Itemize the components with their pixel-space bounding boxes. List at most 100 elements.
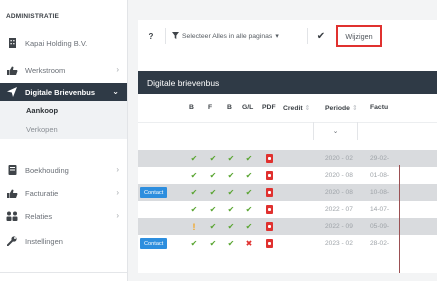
- factuur-date-cell: 28-02-: [370, 240, 390, 247]
- caret-down-icon: ▾: [275, 33, 279, 40]
- status-gl-icon: ✖: [245, 239, 253, 248]
- column-filter-row: [138, 122, 437, 140]
- main-panel: ? Selecteer Alles in alle paginas ▾ ✔ Wi…: [138, 20, 437, 281]
- status-f-icon: ✔: [209, 154, 217, 163]
- pdf-cell[interactable]: [262, 201, 276, 218]
- status-b-icon: ✔: [190, 171, 198, 180]
- sidebar-item-werkstroom[interactable]: Werkstroom ›: [0, 61, 127, 79]
- sidebar-item-company[interactable]: Kapai Holding B.V.: [0, 34, 127, 52]
- pdf-cell[interactable]: [262, 184, 276, 201]
- toolbar: ? Selecteer Alles in alle paginas ▾ ✔ Wi…: [138, 20, 437, 60]
- chevron-down-icon: ⌄: [112, 87, 119, 96]
- table-row[interactable]: Contact ✔ ✔ ✔ ✖ 2023 - 02 28-02-: [138, 235, 437, 252]
- col-header-f[interactable]: F: [208, 104, 212, 118]
- sidebar-subitem-aankoop[interactable]: Aankoop: [0, 101, 127, 119]
- col-header-credit[interactable]: Credit ⇕: [283, 104, 314, 118]
- pdf-icon: [265, 154, 273, 163]
- status-b2-icon: ✔: [227, 222, 235, 231]
- column-divider: [399, 165, 400, 273]
- sidebar-item-label: Facturatie: [25, 188, 59, 198]
- status-gl-icon: ✔: [245, 188, 253, 197]
- col-header-b2[interactable]: B: [227, 104, 232, 118]
- pdf-cell[interactable]: [262, 150, 276, 167]
- col-header-label: Factu: [370, 104, 389, 111]
- status-gl-icon: ✔: [245, 154, 253, 163]
- contact-button[interactable]: Contact: [140, 238, 168, 249]
- periode-cell: 2020 - 08: [325, 172, 353, 179]
- status-gl-icon: ✔: [245, 171, 253, 180]
- pdf-cell[interactable]: [262, 167, 276, 184]
- table-row[interactable]: ✔ ✔ ✔ ✔ 2020 - 02 29-02-: [138, 150, 437, 167]
- col-header-label: Periode: [325, 105, 350, 112]
- sidebar-subitem-verkopen[interactable]: Verkopen: [0, 119, 127, 139]
- status-gl-icon: ✔: [245, 222, 253, 231]
- pdf-icon: [265, 171, 273, 180]
- status-b-icon: !: [192, 221, 196, 232]
- periode-cell: 2020 - 08: [325, 189, 353, 196]
- send-icon: [6, 87, 18, 97]
- table-row[interactable]: Contact ✔ ✔ ✔ ✔ 2020 - 08 10-08-: [138, 184, 437, 201]
- help-button[interactable]: ?: [143, 26, 159, 46]
- sidebar-item-digitale-brievenbus[interactable]: Digitale Brievenbus ⌄: [0, 83, 127, 101]
- sidebar-item-label: Kapai Holding B.V.: [25, 38, 88, 48]
- wijzigen-button[interactable]: Wijzigen: [336, 25, 382, 47]
- status-f-icon: ✔: [209, 205, 217, 214]
- status-b-icon: ✔: [190, 239, 198, 248]
- status-gl-icon: ✔: [245, 205, 253, 214]
- status-f-icon: ✔: [209, 171, 217, 180]
- pdf-cell[interactable]: [262, 235, 276, 252]
- sidebar-item-instellingen[interactable]: Instellingen: [0, 232, 127, 250]
- panel-footer-gap: [138, 273, 437, 281]
- status-b2-icon: ✔: [227, 171, 235, 180]
- thumbs-up-icon: [6, 66, 18, 75]
- col-header-factuur[interactable]: Factu: [370, 104, 388, 118]
- contact-button[interactable]: Contact: [140, 187, 168, 198]
- factuur-date-cell: 29-02-: [370, 155, 390, 162]
- status-b2-icon: ✔: [227, 154, 235, 163]
- table-row[interactable]: ✔ ✔ ✔ ✔ 2020 - 08 01-08-: [138, 167, 437, 184]
- approve-button[interactable]: ✔: [314, 26, 328, 46]
- pdf-cell[interactable]: [262, 218, 276, 235]
- table-row[interactable]: ! ✔ ✔ ✔ 2022 - 09 05-09-: [138, 218, 437, 235]
- status-b2-icon: ✔: [227, 239, 235, 248]
- col-header-periode[interactable]: Periode ⇕: [325, 104, 362, 118]
- thumbs-up-icon: [6, 189, 18, 198]
- factuur-date-cell: 14-07-: [370, 206, 390, 213]
- sidebar-subitem-label: Aankoop: [26, 105, 59, 115]
- periode-filter-select[interactable]: ⌄: [313, 122, 358, 140]
- status-f-icon: ✔: [209, 222, 217, 231]
- sidebar-item-label: Boekhouding: [25, 165, 69, 175]
- sidebar-divider: [0, 272, 127, 273]
- col-header-label: Credit: [283, 105, 303, 112]
- status-b-icon: ✔: [190, 188, 198, 197]
- sidebar-item-label: Werkstroom: [25, 65, 66, 75]
- col-header-gl[interactable]: G/L: [242, 104, 253, 118]
- sidebar-item-relaties[interactable]: Relaties ›: [0, 207, 127, 225]
- select-all-pages-label: Selecteer Alles in alle paginas: [182, 32, 273, 40]
- toolbar-divider: [165, 28, 166, 44]
- chevron-right-icon: ›: [116, 165, 119, 174]
- select-all-pages-dropdown[interactable]: Selecteer Alles in alle paginas ▾: [172, 26, 298, 46]
- periode-cell: 2023 - 02: [325, 240, 353, 247]
- col-header-b[interactable]: B: [189, 104, 194, 118]
- sidebar-item-facturatie[interactable]: Facturatie ›: [0, 184, 127, 202]
- sidebar-subitem-label: Verkopen: [26, 124, 58, 134]
- chevron-right-icon: ›: [116, 65, 119, 74]
- periode-cell: 2022 - 07: [325, 206, 353, 213]
- table-row[interactable]: ✔ ✔ ✔ ✔ 2022 - 07 14-07-: [138, 201, 437, 218]
- chevron-right-icon: ›: [116, 211, 119, 220]
- sidebar-item-label: Instellingen: [25, 236, 63, 246]
- section-title: Digitale brievenbus: [147, 77, 220, 88]
- status-b2-icon: ✔: [227, 205, 235, 214]
- status-b-icon: ✔: [190, 205, 198, 214]
- chevron-right-icon: ›: [116, 188, 119, 197]
- building-icon: [6, 38, 18, 48]
- status-f-icon: ✔: [209, 239, 217, 248]
- filter-icon: [172, 31, 179, 41]
- sidebar-item-boekhouding[interactable]: Boekhouding ›: [0, 161, 127, 179]
- col-header-pdf[interactable]: PDF: [262, 104, 276, 118]
- users-icon: [6, 211, 18, 221]
- status-f-icon: ✔: [209, 188, 217, 197]
- periode-cell: 2022 - 09: [325, 223, 353, 230]
- chevron-down-icon: ⌄: [332, 128, 339, 135]
